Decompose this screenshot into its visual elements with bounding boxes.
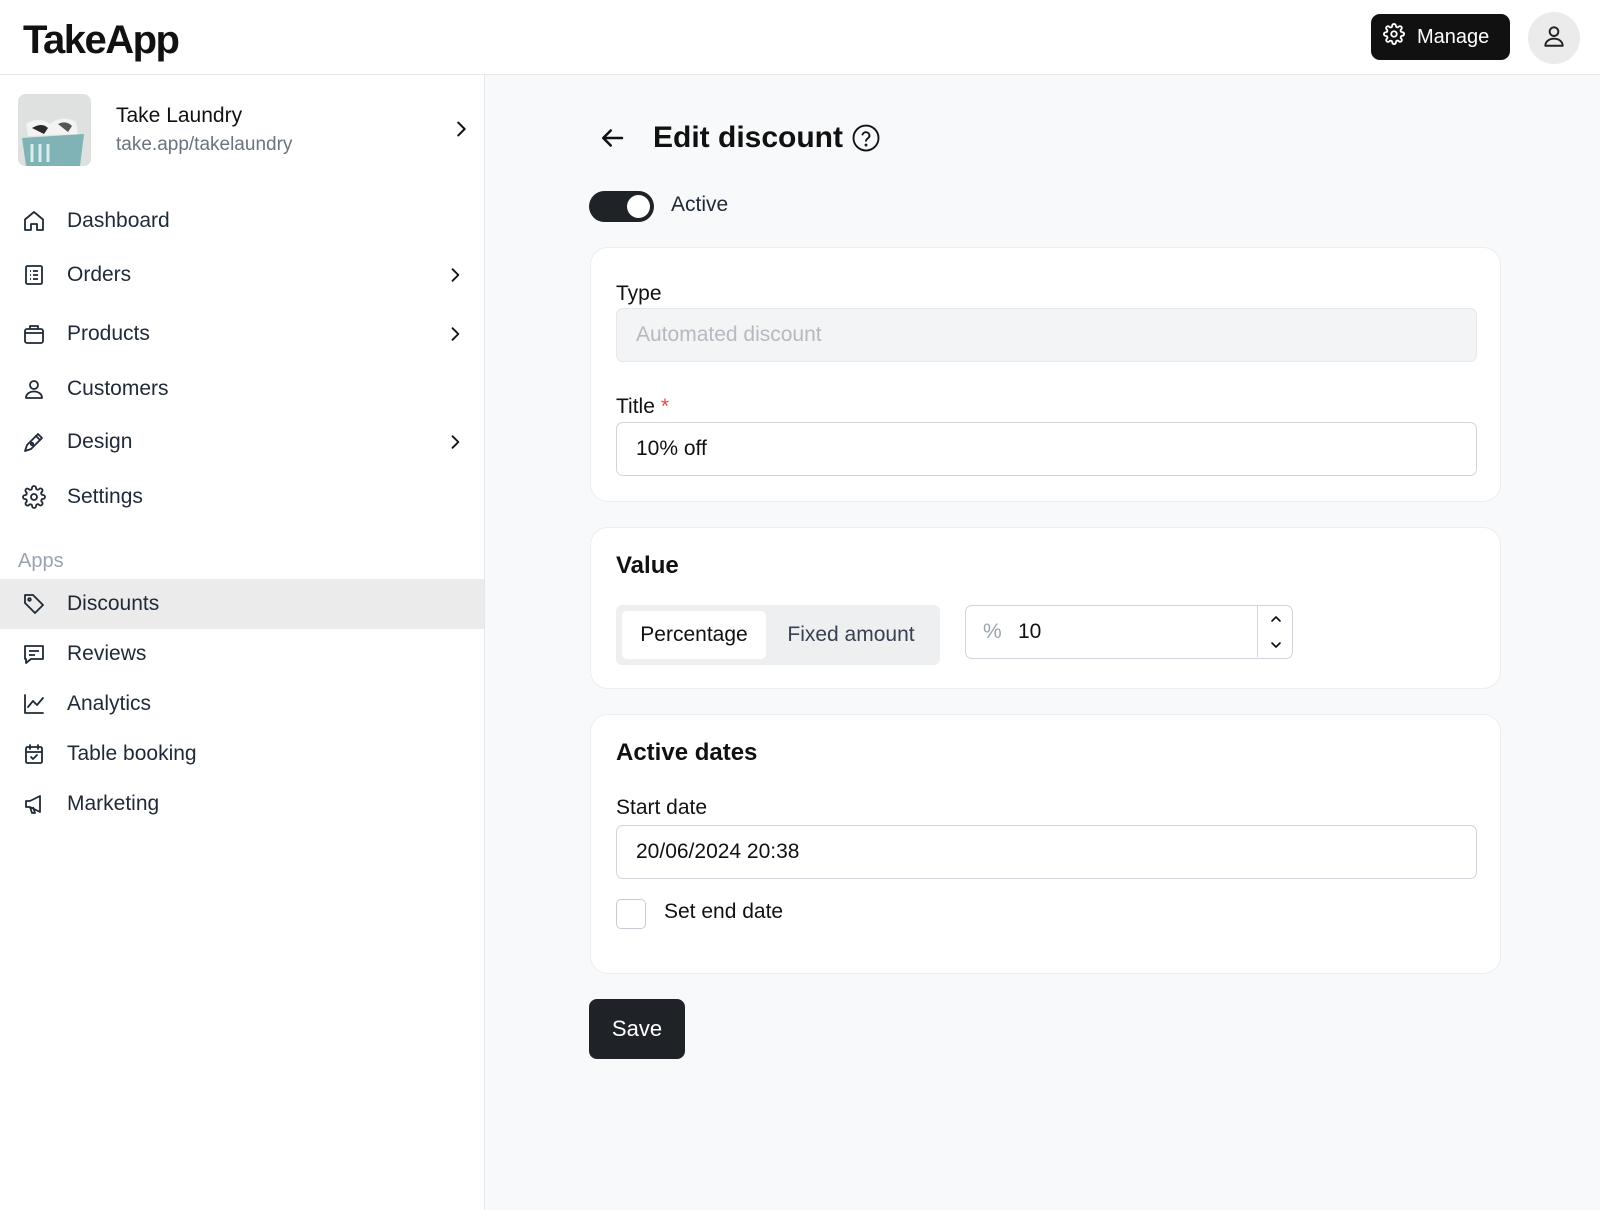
chevron-down-icon	[1270, 641, 1281, 648]
value-heading: Value	[616, 552, 679, 579]
value-card: Value Percentage Fixed amount % 10	[590, 527, 1501, 689]
manage-button[interactable]: Manage	[1371, 14, 1510, 60]
account-button[interactable]	[1528, 12, 1580, 64]
active-dates-heading: Active dates	[616, 739, 758, 766]
type-label: Type	[616, 282, 662, 305]
sidebar-item-marketing[interactable]: Marketing	[0, 779, 484, 829]
set-end-date-checkbox[interactable]	[616, 899, 646, 929]
value-type-switch: Percentage Fixed amount	[616, 605, 940, 665]
shopping-bag-icon	[21, 321, 47, 347]
title-field[interactable]: 10% off	[616, 422, 1477, 476]
sidebar-item-settings[interactable]: Settings	[0, 472, 484, 522]
discount-value-input[interactable]: % 10	[965, 605, 1293, 659]
active-toggle[interactable]	[589, 191, 654, 222]
type-field: Automated discount	[616, 308, 1477, 362]
gear-icon	[1383, 23, 1405, 51]
increment-button[interactable]	[1258, 606, 1293, 631]
store-switcher[interactable]: Take Laundry take.app/takelaundry	[18, 94, 468, 166]
chevron-right-icon	[451, 268, 460, 282]
sidebar-item-products[interactable]: Products	[0, 309, 484, 359]
top-bar: TakeApp Manage	[0, 0, 1600, 75]
line-chart-icon	[21, 691, 47, 717]
user-icon	[1541, 23, 1567, 54]
start-date-label: Start date	[616, 796, 708, 819]
sidebar-item-orders[interactable]: Orders	[0, 250, 484, 300]
help-circle-icon[interactable]	[851, 123, 881, 153]
chevron-right-icon	[457, 121, 466, 137]
tag-icon	[21, 591, 47, 617]
sidebar-item-label: Orders	[67, 263, 132, 286]
percent-prefix: %	[983, 620, 1002, 643]
title-label: Title *	[616, 395, 669, 419]
sidebar-item-discounts[interactable]: Discounts	[0, 579, 484, 629]
chevron-right-icon	[451, 435, 460, 449]
main-content: Edit discount Active Type Automated disc…	[485, 75, 1600, 1210]
title-label-text: Title	[616, 395, 655, 418]
sidebar-item-dashboard[interactable]: Dashboard	[0, 196, 484, 246]
store-thumbnail	[18, 94, 91, 166]
logo[interactable]: TakeApp	[23, 18, 180, 62]
number-stepper	[1257, 606, 1292, 657]
back-arrow-icon[interactable]	[597, 123, 627, 153]
user-icon	[21, 376, 47, 402]
set-end-date-label[interactable]: Set end date	[664, 900, 783, 924]
discount-value: 10	[1018, 620, 1042, 643]
message-square-icon	[21, 641, 47, 667]
sidebar-item-label: Design	[67, 430, 133, 453]
manage-label: Manage	[1417, 25, 1490, 48]
sidebar-item-customers[interactable]: Customers	[0, 364, 484, 414]
chevron-right-icon	[451, 327, 460, 341]
title-value: 10% off	[636, 437, 707, 460]
type-value: Automated discount	[636, 323, 822, 346]
active-dates-card: Active dates Start date 20/06/2024 20:38…	[590, 714, 1501, 974]
sidebar-item-label: Table booking	[67, 742, 197, 765]
toggle-knob	[627, 195, 650, 218]
start-date-value: 20/06/2024 20:38	[636, 840, 800, 863]
chevron-up-icon	[1270, 615, 1281, 622]
sidebar-item-reviews[interactable]: Reviews	[0, 629, 484, 679]
sidebar-item-label: Reviews	[67, 642, 147, 665]
active-label: Active	[671, 193, 729, 216]
home-icon	[21, 208, 47, 234]
decrement-button[interactable]	[1258, 632, 1293, 657]
sidebar-item-label: Marketing	[67, 792, 160, 815]
pen-tool-icon	[21, 429, 47, 455]
orders-list-icon	[21, 262, 47, 288]
megaphone-icon	[21, 791, 47, 817]
save-button[interactable]: Save	[589, 999, 685, 1059]
store-name: Take Laundry	[116, 104, 243, 127]
start-date-field[interactable]: 20/06/2024 20:38	[616, 825, 1477, 879]
fixed-amount-option[interactable]: Fixed amount	[768, 611, 934, 659]
sidebar-item-analytics[interactable]: Analytics	[0, 679, 484, 729]
sidebar-item-label: Discounts	[67, 592, 160, 615]
sidebar-item-label: Settings	[67, 485, 143, 508]
sidebar-item-label: Products	[67, 322, 150, 345]
gear-icon	[21, 484, 47, 510]
sidebar-item-table-booking[interactable]: Table booking	[0, 729, 484, 779]
sidebar-item-label: Customers	[67, 377, 169, 400]
sidebar-item-label: Dashboard	[67, 209, 170, 232]
sidebar-item-label: Analytics	[67, 692, 152, 715]
details-card: Type Automated discount Title * 10% off	[590, 247, 1501, 502]
required-mark: *	[660, 395, 670, 418]
sidebar: Take Laundry take.app/takelaundry Dashbo…	[0, 75, 485, 1210]
apps-heading: Apps	[18, 550, 64, 572]
percentage-option[interactable]: Percentage	[622, 611, 766, 659]
store-url: take.app/takelaundry	[116, 134, 293, 155]
calendar-check-icon	[21, 741, 47, 767]
sidebar-item-design[interactable]: Design	[0, 417, 484, 467]
page-title: Edit discount	[653, 121, 843, 154]
